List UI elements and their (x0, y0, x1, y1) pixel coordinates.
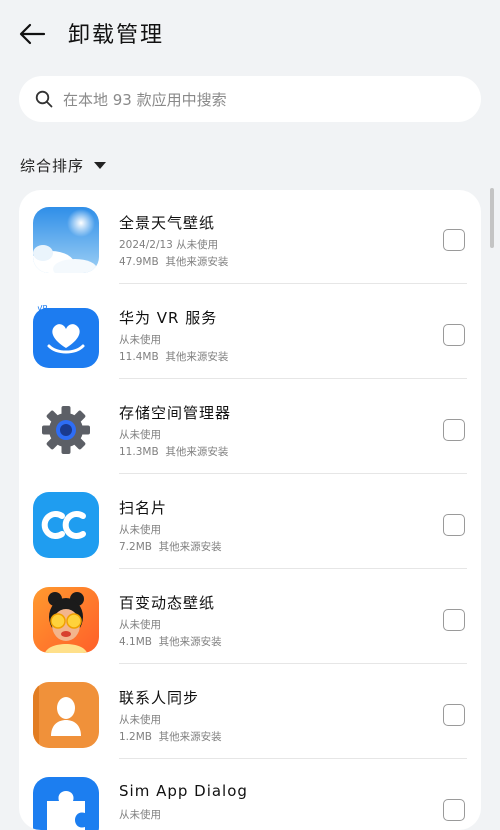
search-bar[interactable] (19, 76, 481, 122)
app-source: 其他来源安装 (158, 541, 222, 553)
list-item[interactable]: VR 华为 VR 服务 从未使用 11.4MB 其他来源安装 (19, 285, 481, 379)
usage-text: 从未使用 (119, 714, 161, 726)
sort-dropdown[interactable]: 综合排序 (20, 153, 107, 177)
select-checkbox[interactable] (443, 799, 465, 821)
scrollbar[interactable] (490, 188, 494, 248)
list-item[interactable]: 联系人同步 从未使用 1.2MB 其他来源安装 (19, 665, 481, 759)
app-source: 其他来源安装 (165, 256, 229, 268)
divider (119, 473, 467, 474)
select-checkbox[interactable] (443, 419, 465, 441)
app-name: Sim App Dialog (119, 782, 248, 800)
app-size: 11.4MB (119, 351, 159, 363)
app-name: 华为 VR 服务 (119, 309, 218, 327)
app-list: 全景天气壁纸 2024/2/13 从未使用 47.9MB 其他来源安装 VR 华… (19, 190, 481, 830)
select-checkbox[interactable] (443, 229, 465, 251)
app-name: 存储空间管理器 (119, 404, 232, 422)
list-item[interactable]: 存储空间管理器 从未使用 11.3MB 其他来源安装 (19, 380, 481, 474)
app-size: 11.3MB (119, 446, 159, 458)
size-source-text: 4.1MB 其他来源安装 (119, 634, 222, 649)
sort-label: 综合排序 (20, 156, 85, 175)
app-name: 联系人同步 (119, 689, 200, 707)
list-item[interactable]: 全景天气壁纸 2024/2/13 从未使用 47.9MB 其他来源安装 (19, 190, 481, 284)
select-checkbox[interactable] (443, 609, 465, 631)
app-size: 1.2MB (119, 731, 152, 743)
divider (119, 568, 467, 569)
weather-wallpaper-icon (33, 207, 99, 273)
puzzle-icon (33, 777, 99, 830)
size-source-text: 11.4MB 其他来源安装 (119, 349, 228, 364)
header: 卸载管理 (0, 0, 500, 70)
vr-service-icon: VR (33, 302, 99, 368)
app-source: 其他来源安装 (158, 636, 222, 648)
search-input[interactable] (61, 84, 465, 116)
usage-text: 从未使用 (119, 334, 161, 346)
select-checkbox[interactable] (443, 704, 465, 726)
size-source-text: 1.2MB 其他来源安装 (119, 729, 222, 744)
app-source: 其他来源安装 (165, 446, 229, 458)
caret-down-icon (94, 161, 107, 169)
app-name: 扫名片 (119, 499, 168, 517)
back-arrow-icon[interactable] (16, 18, 48, 50)
usage-text: 从未使用 (119, 619, 161, 631)
app-size: 4.1MB (119, 636, 152, 648)
app-name: 全景天气壁纸 (119, 214, 216, 232)
page-title: 卸载管理 (68, 23, 165, 48)
size-source-text: 11.3MB 其他来源安装 (119, 444, 228, 459)
size-source-text: 7.2MB 其他来源安装 (119, 539, 222, 554)
app-source: 其他来源安装 (165, 351, 229, 363)
cc-card-scanner-icon (33, 492, 99, 558)
search-icon (35, 90, 53, 108)
select-checkbox[interactable] (443, 324, 465, 346)
list-item[interactable]: 扫名片 从未使用 7.2MB 其他来源安装 (19, 475, 481, 569)
gear-icon (33, 397, 99, 463)
app-name: 百变动态壁纸 (119, 594, 216, 612)
size-source-text: 47.9MB 其他来源安装 (119, 254, 228, 269)
divider (119, 378, 467, 379)
usage-text: 2024/2/13 从未使用 (119, 239, 219, 251)
usage-text: 从未使用 (119, 809, 161, 821)
contact-person-icon (33, 682, 99, 748)
svg-text:VR: VR (37, 304, 48, 313)
girl-wallpaper-icon (33, 587, 99, 653)
app-size: 47.9MB (119, 256, 159, 268)
list-item[interactable]: 百变动态壁纸 从未使用 4.1MB 其他来源安装 (19, 570, 481, 664)
divider (119, 758, 467, 759)
app-size: 7.2MB (119, 541, 152, 553)
divider (119, 283, 467, 284)
usage-text: 从未使用 (119, 524, 161, 536)
usage-text: 从未使用 (119, 429, 161, 441)
divider (119, 663, 467, 664)
list-item[interactable]: Sim App Dialog 从未使用 (19, 760, 481, 830)
select-checkbox[interactable] (443, 514, 465, 536)
app-source: 其他来源安装 (158, 731, 222, 743)
